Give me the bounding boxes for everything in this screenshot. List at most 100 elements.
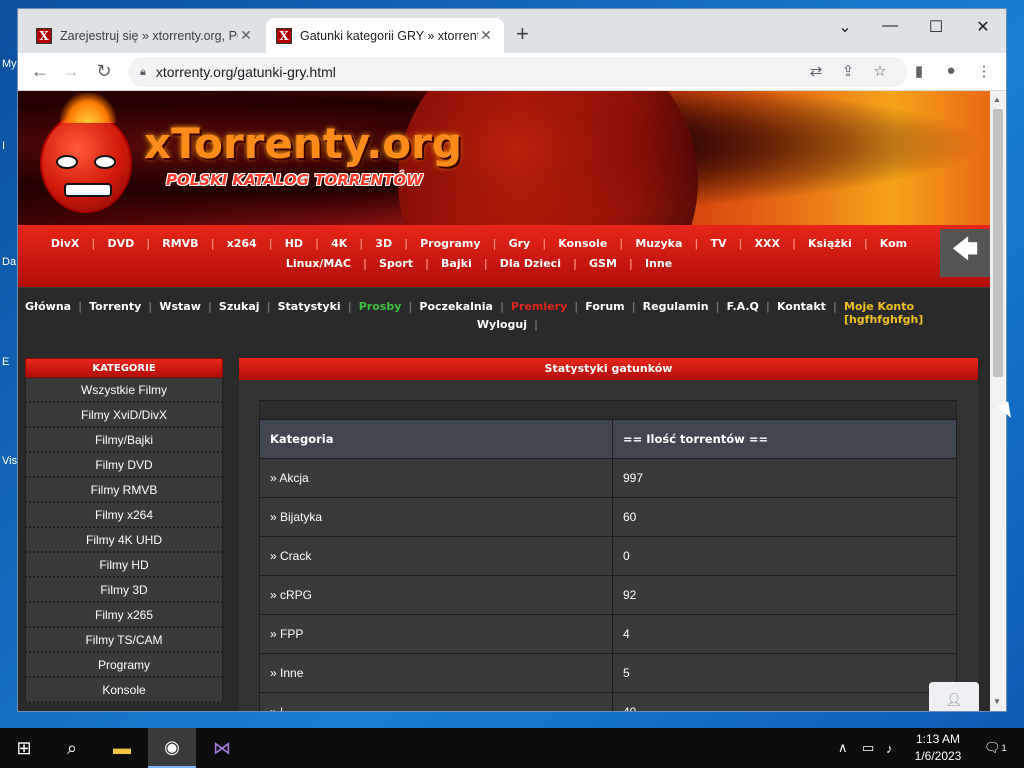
- genre-name[interactable]: » L...: [260, 693, 613, 711]
- category-link[interactable]: Linux/MAC: [274, 257, 363, 270]
- profile-avatar-icon[interactable]: ●: [941, 62, 961, 79]
- taskbar: ⊞ ⌕ ▬ ◉ ⋈ ∧ ▭ ♪ 1:13 AM 1/6/2023 🗨︎ 1: [0, 728, 1024, 768]
- desktop-icon-label[interactable]: Vis: [2, 455, 17, 467]
- browser-window: X Zarejestruj się » xtorrenty.org, PC ✕ …: [18, 9, 1006, 711]
- category-link[interactable]: RMVB: [150, 237, 210, 250]
- side-panel-icon[interactable]: ▮: [909, 62, 929, 80]
- sidebar-item-rmvb[interactable]: Filmy RMVB: [25, 478, 223, 503]
- nav-link-logout[interactable]: Wyloguj: [470, 318, 534, 331]
- chat-widget-icon[interactable]: 👤︎: [929, 682, 979, 711]
- network-icon[interactable]: ▭: [862, 728, 874, 768]
- share-icon[interactable]: ⇪: [838, 62, 858, 80]
- visual-studio-icon[interactable]: ⋈: [198, 728, 246, 768]
- browser-tab-register[interactable]: X Zarejestruj się » xtorrenty.org, PC ✕: [26, 18, 264, 53]
- scroll-up-icon[interactable]: ▲: [993, 95, 1001, 104]
- sidebar-item-x265[interactable]: Filmy x265: [25, 603, 223, 628]
- category-link[interactable]: HD: [273, 237, 315, 250]
- genre-name[interactable]: » cRPG: [260, 576, 613, 614]
- menu-kebab-icon[interactable]: ⋮: [974, 62, 994, 80]
- genre-name[interactable]: » Inne: [260, 654, 613, 692]
- reload-icon[interactable]: ↻: [93, 61, 115, 81]
- genre-name[interactable]: » Akcja: [260, 459, 613, 497]
- genre-name[interactable]: » Crack: [260, 537, 613, 575]
- category-link[interactable]: 4K: [319, 237, 359, 250]
- tab-search-chevron-icon[interactable]: ⌄: [830, 17, 860, 37]
- desktop-icon-label[interactable]: Da: [2, 256, 16, 268]
- table-row[interactable]: » Crack 0: [259, 537, 957, 576]
- system-clock[interactable]: 1:13 AM 1/6/2023: [905, 731, 971, 765]
- page-scrollbar[interactable]: ▲ ▼: [990, 91, 1006, 711]
- maximize-icon[interactable]: ☐: [921, 17, 951, 37]
- scrollbar-thumb[interactable]: [993, 109, 1003, 377]
- lock-icon[interactable]: 🔒︎: [140, 66, 146, 79]
- category-link[interactable]: Programy: [408, 237, 492, 250]
- sidebar-item-ts-cam[interactable]: Filmy TS/CAM: [25, 628, 223, 653]
- category-link[interactable]: 3D: [363, 237, 404, 250]
- sidebar-item-hd[interactable]: Filmy HD: [25, 553, 223, 578]
- close-window-icon[interactable]: ✕: [968, 17, 998, 37]
- sidebar-item-4k-uhd[interactable]: Filmy 4K UHD: [25, 528, 223, 553]
- category-link[interactable]: x264: [215, 237, 269, 250]
- sidebar-item-consoles[interactable]: Konsole: [25, 678, 223, 703]
- category-link[interactable]: Książki: [796, 237, 864, 250]
- back-arrow-icon[interactable]: ←: [29, 61, 51, 81]
- desktop-icon-label[interactable]: E: [2, 356, 9, 368]
- sidebar-item-cartoons[interactable]: Filmy/Bajki: [25, 428, 223, 453]
- mascot-eye: [94, 155, 116, 169]
- bookmark-star-icon[interactable]: ☆: [870, 62, 890, 80]
- search-icon[interactable]: ⌕: [48, 728, 96, 768]
- table-row[interactable]: » cRPG 92: [259, 576, 957, 615]
- new-tab-icon[interactable]: +: [516, 23, 529, 45]
- close-tab-icon[interactable]: ✕: [478, 27, 494, 44]
- forward-arrow-icon[interactable]: →: [60, 61, 82, 81]
- sidebar-item-programs[interactable]: Programy: [25, 653, 223, 678]
- category-nav: DivX | DVD | RMVB | x264 | HD | 4K | 3D | Progr…: [18, 225, 990, 287]
- category-link[interactable]: Inne: [633, 257, 684, 270]
- genre-name[interactable]: » Bijatyka: [260, 498, 613, 536]
- site-logo-subtitle: POLSKI KATALOG TORRENTÓW: [166, 171, 423, 189]
- category-link[interactable]: Kom: [868, 237, 919, 250]
- volume-icon[interactable]: ♪: [886, 728, 893, 768]
- category-link[interactable]: Sport: [367, 257, 425, 270]
- sidebar-item-x264[interactable]: Filmy x264: [25, 503, 223, 528]
- table-row[interactable]: » Akcja 997: [259, 459, 957, 498]
- category-link[interactable]: DivX: [39, 237, 92, 250]
- translate-icon[interactable]: ⇄: [806, 62, 826, 80]
- table-row[interactable]: » Inne 5: [259, 654, 957, 693]
- notification-center-icon[interactable]: 🗨︎ 1: [984, 728, 1007, 768]
- site-logo-title[interactable]: xTorrenty.org: [144, 119, 462, 168]
- category-link[interactable]: Bajki: [429, 257, 484, 270]
- sidebar-item-3d[interactable]: Filmy 3D: [25, 578, 223, 603]
- sidebar-item-all-movies[interactable]: Wszystkie Filmy: [25, 378, 223, 403]
- table-row[interactable]: » Bijatyka 60: [259, 498, 957, 537]
- genre-name[interactable]: » FPP: [260, 615, 613, 653]
- category-link[interactable]: Muzyka: [623, 237, 694, 250]
- mascot-logo-icon[interactable]: [40, 93, 132, 213]
- category-link[interactable]: Dla Dzieci: [488, 257, 573, 270]
- torrent-count: 60: [623, 510, 637, 524]
- url-text: xtorrenty.org/gatunki-gry.html: [155, 64, 336, 80]
- address-bar[interactable]: 🔒︎ xtorrenty.org/gatunki-gry.html: [128, 57, 908, 87]
- desktop-icon-label[interactable]: I: [2, 140, 5, 152]
- scroll-down-icon[interactable]: ▼: [993, 697, 1001, 706]
- back-arrow-icon[interactable]: 🡄: [940, 229, 990, 277]
- category-link[interactable]: DVD: [95, 237, 146, 250]
- table-row[interactable]: » FPP 4: [259, 615, 957, 654]
- file-explorer-icon[interactable]: ▬: [98, 728, 146, 768]
- sidebar-item-xvid-divx[interactable]: Filmy XviD/DivX: [25, 403, 223, 428]
- minimize-icon[interactable]: —: [875, 17, 905, 35]
- close-tab-icon[interactable]: ✕: [238, 27, 254, 44]
- desktop-icon-label[interactable]: My: [2, 58, 17, 70]
- category-link[interactable]: TV: [698, 237, 738, 250]
- sidebar-item-dvd[interactable]: Filmy DVD: [25, 453, 223, 478]
- category-link[interactable]: Gry: [497, 237, 543, 250]
- chrome-icon[interactable]: ◉: [148, 728, 196, 768]
- browser-tab-genres[interactable]: X Gatunki kategorii GRY » xtorrenty ✕: [266, 18, 504, 53]
- tray-chevron-icon[interactable]: ∧: [838, 728, 848, 768]
- table-row[interactable]: » L... 40: [259, 693, 957, 711]
- windows-start-icon[interactable]: ⊞: [0, 728, 48, 768]
- category-link[interactable]: GSM: [577, 257, 629, 270]
- category-link[interactable]: Konsole: [546, 237, 619, 250]
- category-link[interactable]: XXX: [743, 237, 792, 250]
- torrent-count: 997: [623, 471, 644, 485]
